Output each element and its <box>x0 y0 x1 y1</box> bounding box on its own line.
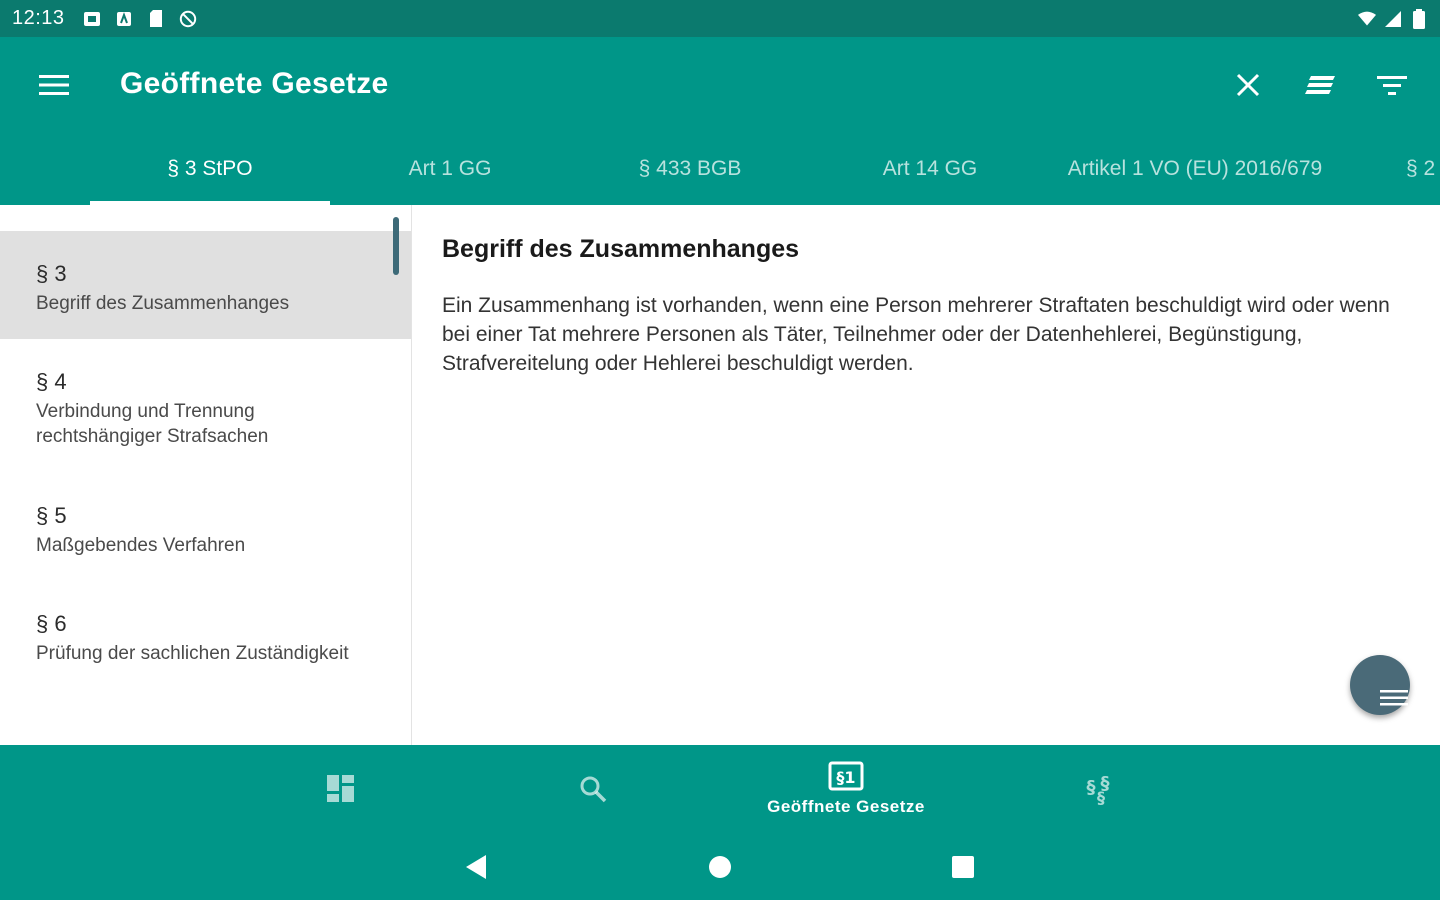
paragraph-text: Ein Zusammenhang ist vorhanden, wenn ein… <box>442 294 1390 375</box>
notes-icon <box>1305 76 1335 94</box>
system-navigation-bar <box>0 833 1440 900</box>
list-item-6[interactable]: § 6 Prüfung der sachlichen Zuständigkeit <box>0 581 411 715</box>
tab-art-14-gg[interactable]: Art 14 GG <box>810 133 1050 205</box>
tab-artikel-1-vo-eu[interactable]: Artikel 1 VO (EU) 2016/679 <box>1050 133 1340 205</box>
dashboard-icon <box>327 775 354 802</box>
page-title: Geöffnete Gesetze <box>120 67 389 100</box>
svg-text:§: § <box>1087 777 1096 798</box>
paragraph-content: Begriff des Zusammenhanges Ein Zusammenh… <box>412 205 1440 745</box>
list-item-title: Verbindung und Trennung rechtshängiger S… <box>36 401 269 447</box>
list-item-number: § 5 <box>36 503 67 528</box>
system-status-icons <box>1358 0 1428 37</box>
paragraph-title: Begriff des Zusammenhanges <box>442 235 800 263</box>
nav-open-laws-label: Geöffnete Gesetze <box>767 797 925 816</box>
law-tabs: § 3 StPO Art 1 GG § 433 BGB Art 14 GG Ar… <box>0 133 1440 205</box>
notification-a-icon <box>115 10 133 28</box>
sync-off-icon <box>179 10 197 28</box>
tab-433-bgb[interactable]: § 433 BGB <box>570 133 810 205</box>
status-time: 12:13 <box>12 7 65 29</box>
nav-dashboard[interactable] <box>251 745 431 833</box>
filter-button[interactable] <box>1372 65 1412 105</box>
recents-square-icon <box>952 856 974 878</box>
paragraph-list: § 3 Begriff des Zusammenhanges § 4 Verbi… <box>0 205 412 745</box>
list-scrollbar[interactable] <box>393 217 399 275</box>
list-item-number: § 4 <box>36 369 67 394</box>
notification-square-icon <box>83 10 101 28</box>
tab-3-stpo[interactable]: § 3 StPO <box>90 133 330 205</box>
list-item-4[interactable]: § 4 Verbindung und Trennung rechtshängig… <box>0 339 411 473</box>
app-bar: Geöffnete Gesetze <box>0 37 1440 133</box>
svg-text:§: § <box>1097 788 1105 805</box>
back-triangle-icon <box>466 855 486 879</box>
notes-button[interactable] <box>1300 65 1340 105</box>
battery-icon <box>1410 8 1428 29</box>
nav-open-laws[interactable]: §1 Geöffnete Gesetze <box>756 745 936 833</box>
recents-button[interactable] <box>945 849 981 885</box>
nav-search[interactable] <box>503 745 683 833</box>
list-item-number: § 3 <box>36 261 67 286</box>
sd-card-icon <box>147 10 165 28</box>
back-button[interactable] <box>458 849 494 885</box>
list-item-5[interactable]: § 5 Maßgebendes Verfahren <box>0 473 411 581</box>
signal-icon <box>1384 10 1402 28</box>
paragraph-icon: § § § <box>1087 773 1110 805</box>
wifi-icon <box>1358 10 1376 28</box>
list-item-title: Maßgebendes Verfahren <box>36 535 246 556</box>
list-item-title: Prüfung der sachlichen Zuständigkeit <box>36 643 349 664</box>
home-button[interactable] <box>702 849 738 885</box>
filter-icon <box>1377 76 1407 95</box>
search-icon <box>580 776 607 803</box>
svg-text:§1: §1 <box>836 768 855 787</box>
list-item-3[interactable]: § 3 Begriff des Zusammenhanges <box>0 231 411 339</box>
notification-icons <box>83 10 197 28</box>
list-item-number: § 6 <box>36 611 67 636</box>
list-item-title: Begriff des Zusammenhanges <box>36 293 290 314</box>
menu-button[interactable] <box>34 67 74 103</box>
tab-art-1-gg[interactable]: Art 1 GG <box>330 133 570 205</box>
home-circle-icon <box>709 856 731 878</box>
nav-paragraphs[interactable]: § § § <box>1009 745 1189 833</box>
close-icon <box>1236 73 1260 97</box>
hamburger-menu-icon <box>39 75 69 95</box>
bottom-navigation: §1 Geöffnete Gesetze § § § <box>0 745 1440 833</box>
list-toggle-fab[interactable] <box>1350 655 1410 715</box>
tab-2[interactable]: § 2 <box>1390 133 1440 205</box>
open-laws-icon: §1 <box>828 761 864 791</box>
close-all-button[interactable] <box>1228 65 1268 105</box>
list-icon <box>1380 690 1408 706</box>
status-bar: 12:13 <box>0 0 1440 37</box>
